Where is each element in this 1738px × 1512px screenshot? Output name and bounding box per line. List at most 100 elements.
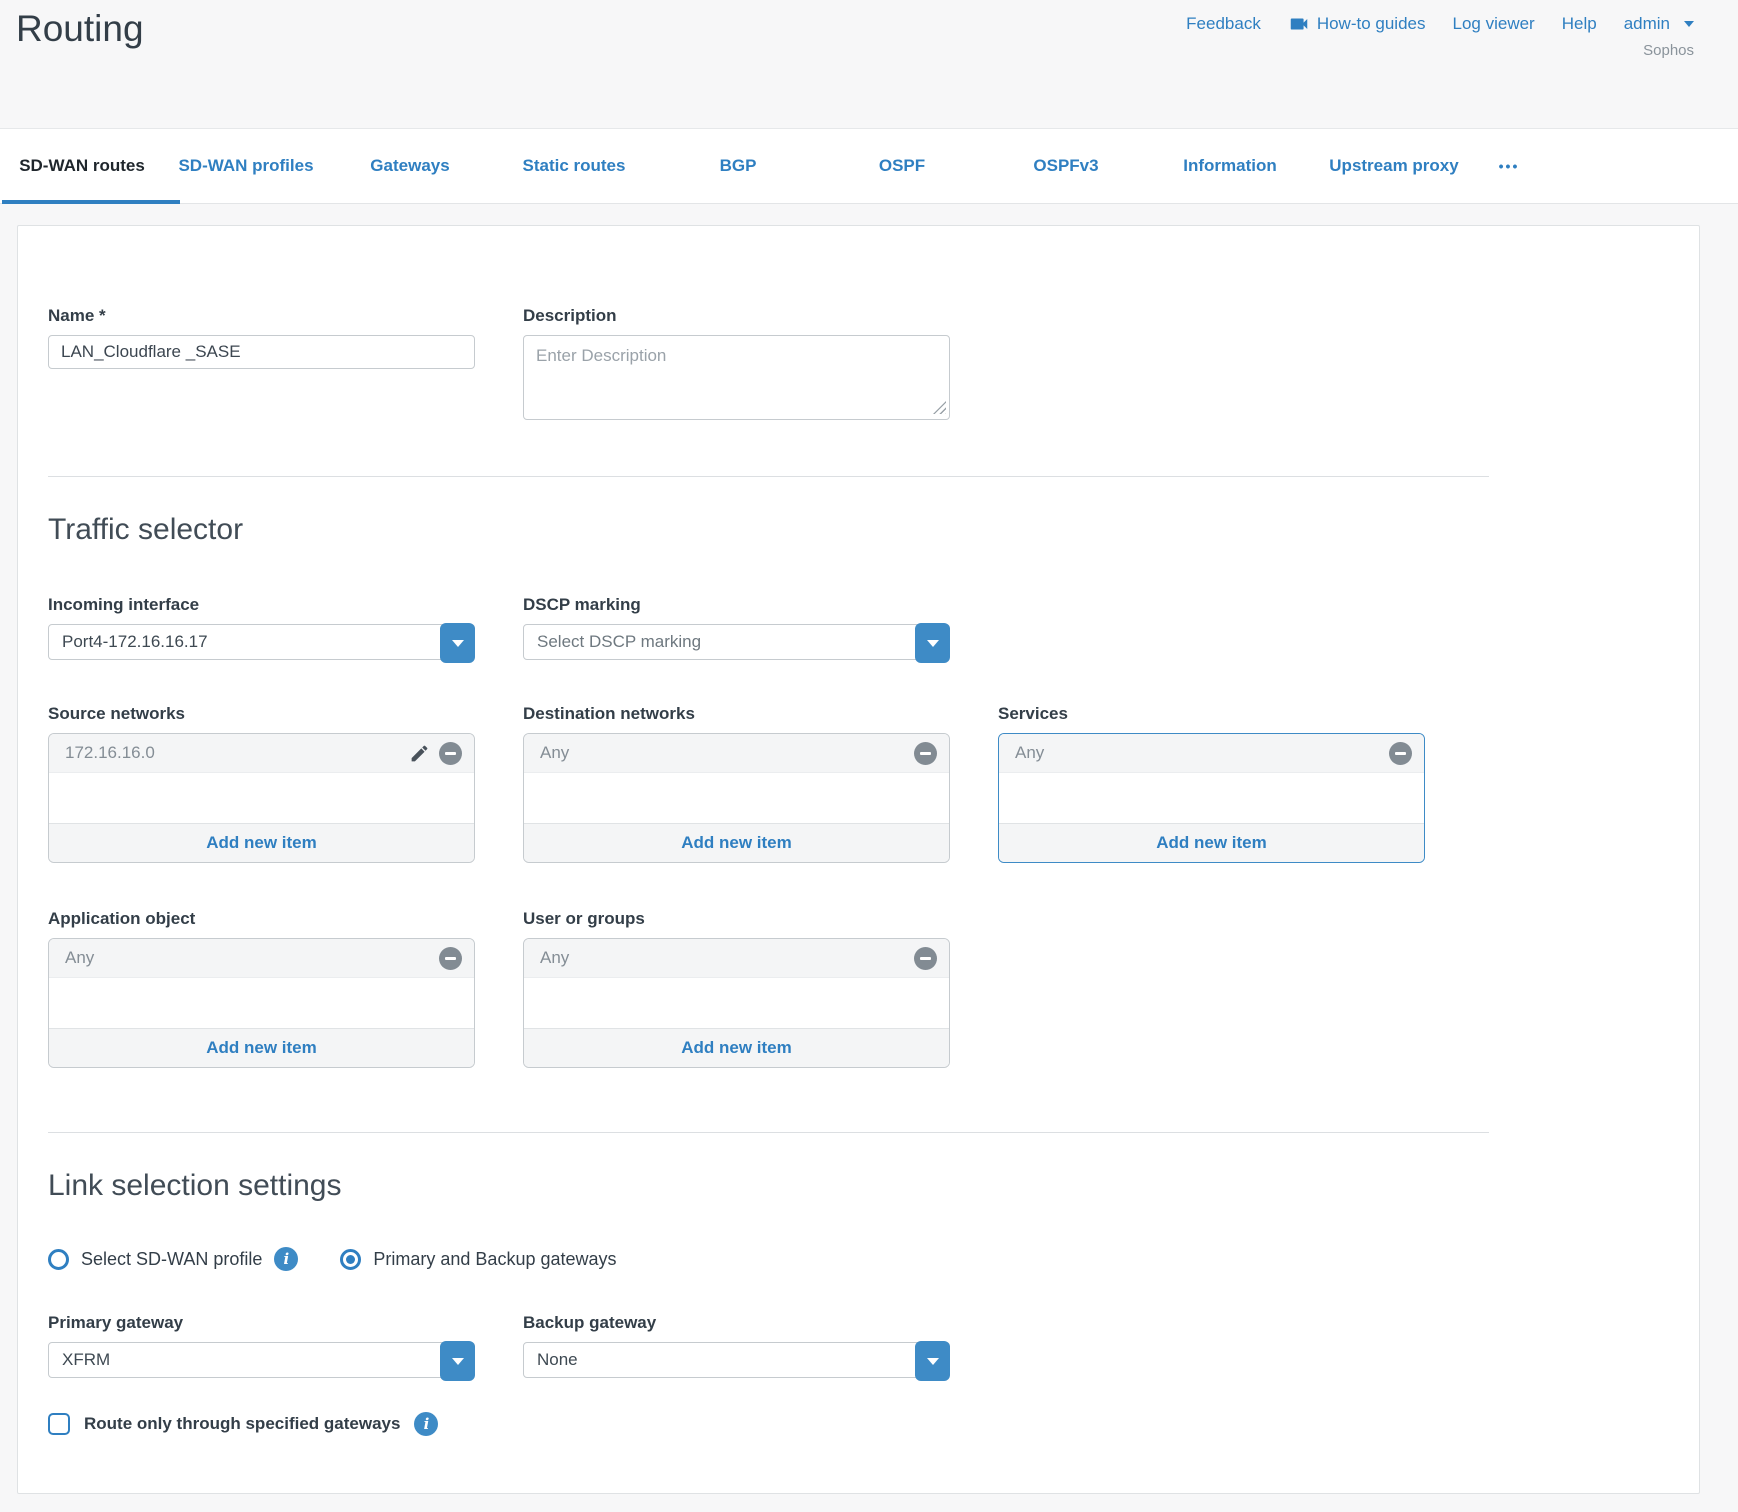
tab-static-routes[interactable]: Static routes (492, 129, 656, 203)
name-description-row: Name * Description (48, 306, 1489, 420)
incoming-interface-label: Incoming interface (48, 595, 475, 615)
primary-gateway-value: XFRM (62, 1350, 110, 1370)
tab-label: OSPFv3 (1033, 156, 1098, 176)
list-item-text: Any (540, 948, 569, 968)
destination-networks-box: Any Add new item (523, 733, 950, 863)
divider (48, 1132, 1489, 1133)
add-new-item-button[interactable]: Add new item (999, 823, 1424, 862)
backup-gateway-select[interactable]: None (523, 1342, 950, 1378)
traffic-selector-heading: Traffic selector (48, 513, 1489, 547)
source-networks-label: Source networks (48, 704, 475, 724)
feedback-link[interactable]: Feedback (1186, 14, 1261, 34)
edit-icon[interactable] (409, 743, 430, 764)
add-new-item-button[interactable]: Add new item (524, 823, 949, 862)
log-viewer-link[interactable]: Log viewer (1453, 14, 1535, 34)
info-icon[interactable]: i (274, 1247, 298, 1271)
chevron-down-icon[interactable] (915, 623, 950, 663)
remove-item-icon[interactable] (1389, 742, 1412, 765)
primary-gateway-select[interactable]: XFRM (48, 1342, 475, 1378)
content-card: Name * Description Traffic selector Inco… (17, 225, 1700, 1494)
list-item: Any (49, 939, 474, 978)
itembox-body (999, 773, 1424, 823)
networks-services-row: Source networks 172.16.16.0 Add new item (48, 704, 1489, 863)
header-right: Feedback How-to guides Log viewer Help a… (1186, 13, 1694, 59)
tab-sdwan-profiles[interactable]: SD-WAN profiles (164, 129, 328, 203)
tab-ospf[interactable]: OSPF (820, 129, 984, 203)
backup-gateway-value: None (537, 1350, 578, 1370)
name-input[interactable] (48, 335, 475, 369)
add-new-item-button[interactable]: Add new item (49, 1028, 474, 1067)
admin-menu-label: admin (1624, 14, 1670, 34)
incoming-interface-select[interactable]: Port4-172.16.16.17 (48, 624, 475, 660)
list-item-text: Any (540, 743, 569, 763)
radio-select-sdwan-profile[interactable]: Select SD-WAN profile i (48, 1247, 298, 1271)
primary-gateway-label: Primary gateway (48, 1313, 475, 1333)
help-link[interactable]: Help (1562, 14, 1597, 34)
route-only-checkbox[interactable] (48, 1413, 70, 1435)
destination-networks-label: Destination networks (523, 704, 950, 724)
howto-guides-link[interactable]: How-to guides (1288, 13, 1426, 35)
link-selection-heading: Link selection settings (48, 1169, 1489, 1203)
list-item-text: 172.16.16.0 (65, 743, 155, 763)
list-item-text: Any (1015, 743, 1044, 763)
tabbar: SD-WAN routes SD-WAN profiles Gateways S… (0, 128, 1738, 204)
header-links: Feedback How-to guides Log viewer Help a… (1186, 13, 1694, 35)
dscp-marking-select[interactable]: Select DSCP marking (523, 624, 950, 660)
tab-ospfv3[interactable]: OSPFv3 (984, 129, 1148, 203)
tab-information[interactable]: Information (1148, 129, 1312, 203)
link-selection-radio-row: Select SD-WAN profile i Primary and Back… (48, 1247, 1489, 1271)
tab-label: Information (1183, 156, 1277, 176)
source-networks-box: 172.16.16.0 Add new item (48, 733, 475, 863)
radio-primary-backup-gateways[interactable]: Primary and Backup gateways (340, 1249, 616, 1270)
list-item: 172.16.16.0 (49, 734, 474, 773)
radio-icon[interactable] (340, 1249, 361, 1270)
tab-upstream-proxy[interactable]: Upstream proxy (1312, 129, 1476, 203)
add-new-item-button[interactable]: Add new item (49, 823, 474, 862)
tab-label: BGP (720, 156, 757, 176)
dscp-marking-value: Select DSCP marking (537, 632, 701, 652)
gateways-row: Primary gateway XFRM Backup gateway None (48, 1313, 1489, 1378)
backup-gateway-label: Backup gateway (523, 1313, 950, 1333)
chevron-down-icon[interactable] (440, 1341, 475, 1381)
chevron-down-icon[interactable] (915, 1341, 950, 1381)
remove-item-icon[interactable] (439, 947, 462, 970)
itembox-body (49, 978, 474, 1028)
remove-item-icon[interactable] (914, 742, 937, 765)
tab-label: Static routes (523, 156, 626, 176)
ellipsis-icon: ••• (1499, 158, 1520, 174)
add-new-item-button[interactable]: Add new item (524, 1028, 949, 1067)
info-icon[interactable]: i (414, 1412, 438, 1436)
howto-guides-label: How-to guides (1317, 14, 1426, 34)
tab-label: OSPF (879, 156, 925, 176)
tab-bgp[interactable]: BGP (656, 129, 820, 203)
tab-label: SD-WAN routes (19, 156, 145, 176)
application-users-row: Application object Any Add new item User… (48, 909, 1489, 1068)
tab-gateways[interactable]: Gateways (328, 129, 492, 203)
route-only-label: Route only through specified gateways (84, 1414, 400, 1434)
radio-icon[interactable] (48, 1249, 69, 1270)
itembox-body (524, 773, 949, 823)
user-or-groups-label: User or groups (523, 909, 950, 929)
incoming-interface-value: Port4-172.16.16.17 (62, 632, 208, 652)
radio-label: Select SD-WAN profile (81, 1249, 262, 1270)
tab-label: SD-WAN profiles (178, 156, 313, 176)
remove-item-icon[interactable] (439, 742, 462, 765)
chevron-down-icon[interactable] (440, 623, 475, 663)
admin-menu[interactable]: admin (1624, 14, 1694, 34)
list-item-text: Any (65, 948, 94, 968)
tab-overflow-menu[interactable]: ••• (1476, 129, 1542, 203)
list-item: Any (524, 939, 949, 978)
tab-sdwan-routes[interactable]: SD-WAN routes (0, 129, 164, 203)
tab-label: Gateways (370, 156, 449, 176)
remove-item-icon[interactable] (914, 947, 937, 970)
dscp-marking-label: DSCP marking (523, 595, 950, 615)
interface-dscp-row: Incoming interface Port4-172.16.16.17 DS… (48, 595, 1489, 660)
itembox-body (49, 773, 474, 823)
application-object-label: Application object (48, 909, 475, 929)
page-header: Routing Feedback How-to guides Log viewe… (0, 0, 1738, 128)
services-label: Services (998, 704, 1425, 724)
itembox-body (524, 978, 949, 1028)
divider (48, 476, 1489, 477)
description-input[interactable] (523, 335, 950, 420)
name-label: Name * (48, 306, 475, 326)
